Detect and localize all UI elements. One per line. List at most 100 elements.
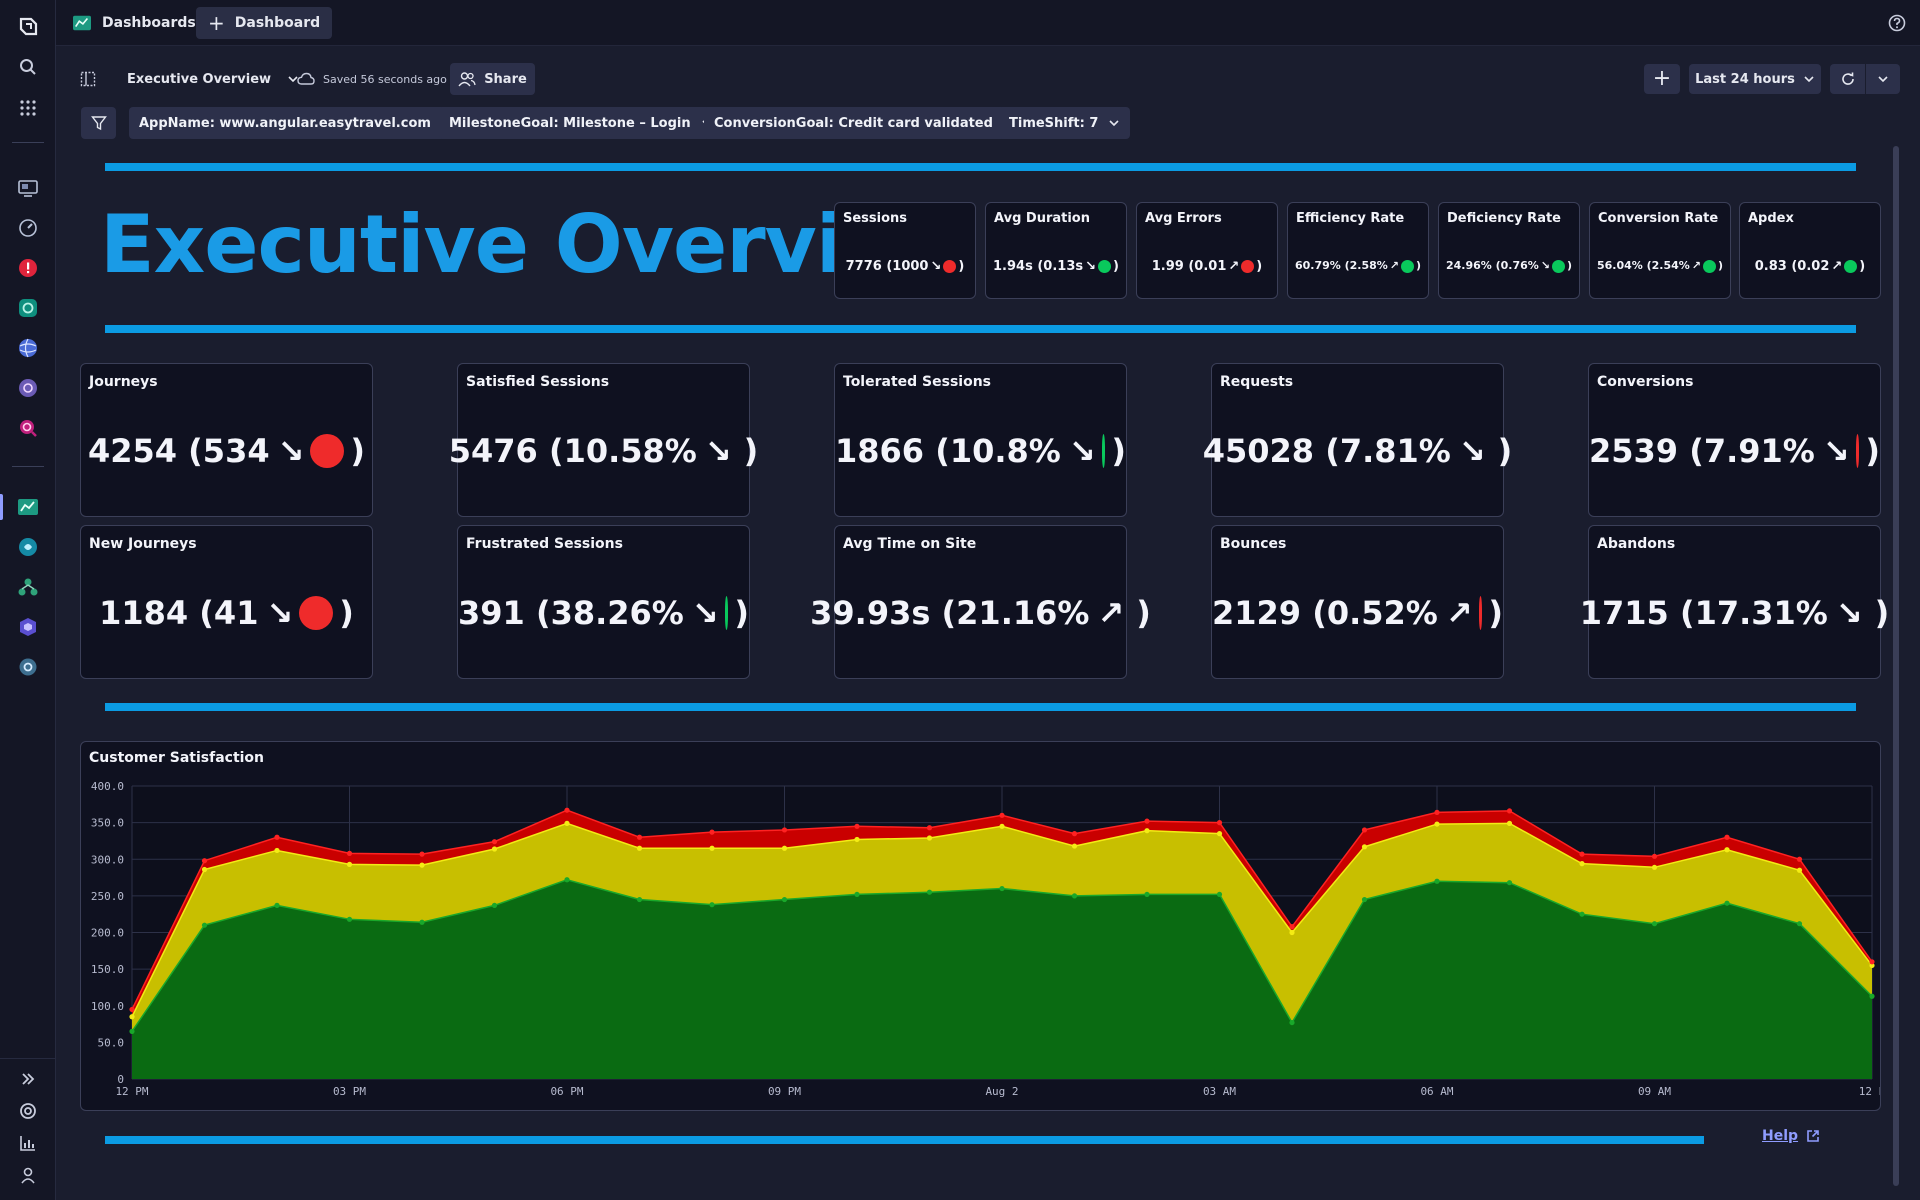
kpi-value-text: 4254 (534 <box>87 432 270 470</box>
data-point <box>564 807 570 813</box>
dashboard-name-dropdown[interactable]: Executive Overview <box>127 63 299 95</box>
infrastructure-app-icon[interactable] <box>16 575 40 599</box>
divider-bar <box>105 163 1856 171</box>
data-point <box>1434 878 1440 884</box>
kpi-tile-large[interactable]: Bounces 2129 (0.52% ↗) <box>1211 525 1504 679</box>
close-paren: ) <box>1136 594 1151 632</box>
kpi-title: Bounces <box>1220 536 1287 552</box>
plus-icon: + <box>1652 66 1672 91</box>
kpi-tile-large[interactable]: Abandons 1715 (17.31% ↘) <box>1580 525 1889 679</box>
chevron-down-icon[interactable] <box>1866 73 1900 85</box>
help-link[interactable]: Help <box>1762 1128 1820 1144</box>
customer-satisfaction-chart: 050.0100.0150.0200.0250.0300.0350.0400.0… <box>91 780 1880 1098</box>
sidebar-toggle-icon[interactable] <box>80 63 100 95</box>
refresh-icon[interactable] <box>1830 71 1865 87</box>
kpi-value: 391 (38.26% ↘) <box>458 594 749 632</box>
customer-satisfaction-tile[interactable]: Customer Satisfaction 0 50.0 100.0 150.0 200… <box>80 741 1881 1111</box>
filter-chip-appname[interactable]: AppName: www.angular.easytravel.com <box>129 107 463 139</box>
kpi-tile-large[interactable]: Journeys 4254 (534 ↘) <box>80 363 373 517</box>
kpi-tile-large[interactable]: Conversions 2539 (7.91% ↘) <box>1588 363 1881 517</box>
trend-arrow-icon: ↗ <box>1831 259 1843 274</box>
data-point <box>1434 809 1440 815</box>
filter-chip-conversion[interactable]: ConversionGoal: Credit card validated <box>704 107 1025 139</box>
hub-app-icon[interactable] <box>16 615 40 639</box>
settings-icon[interactable] <box>16 655 40 679</box>
close-paren: ) <box>1111 432 1126 470</box>
status-red-icon <box>310 434 345 468</box>
investigate-app-icon[interactable] <box>16 416 40 440</box>
data-point <box>709 829 715 835</box>
new-dashboard-tab[interactable]: + Dashboard <box>196 7 333 39</box>
kpi-tile-large[interactable]: New Journeys 1184 (41 ↘) <box>80 525 373 679</box>
status-green-icon <box>1703 259 1717 273</box>
monitor-app-icon[interactable] <box>16 176 40 200</box>
filter-chip-milestone[interactable]: MilestoneGoal: Milestone – Login <box>439 107 723 139</box>
kpi-tile-small[interactable]: Sessions 7776 (1000 ↘) <box>834 202 976 299</box>
data-point <box>346 850 353 856</box>
divider-bar <box>105 703 1856 711</box>
search-icon[interactable] <box>16 55 40 79</box>
trend-arrow-icon: ↗ <box>1389 259 1400 272</box>
data-point <box>1071 831 1078 837</box>
support-icon[interactable] <box>16 1099 40 1123</box>
saved-status-text: Saved 56 seconds ago <box>323 72 447 86</box>
expand-rail-icon[interactable] <box>16 1067 40 1091</box>
kpi-tile-small[interactable]: Avg Duration 1.94s (0.13s ↘) <box>985 202 1127 299</box>
dynatrace-logo-icon[interactable] <box>16 15 40 39</box>
kpi-title: Avg Duration <box>994 211 1090 226</box>
trend-arrow-icon: ↗ <box>1228 259 1240 274</box>
add-tile-button[interactable]: + <box>1644 64 1680 94</box>
dashboards-app-tab[interactable]: Dashboards <box>72 8 196 38</box>
scrollbar[interactable] <box>1893 146 1899 1186</box>
kpi-tile-small[interactable]: Conversion Rate 56.04% (2.54% ↗) <box>1589 202 1731 299</box>
kpi-tile-small[interactable]: Efficiency Rate 60.79% (2.58% ↗) <box>1287 202 1429 299</box>
kpi-title: New Journeys <box>89 536 197 552</box>
kpi-tile-small[interactable]: Deficiency Rate 24.96% (0.76% ↘) <box>1438 202 1580 299</box>
gauge-app-icon[interactable] <box>16 216 40 240</box>
services-app-icon[interactable] <box>16 296 40 320</box>
chevron-down-icon <box>1109 120 1119 127</box>
y-tick-label: 200.0 <box>91 927 124 940</box>
user-icon[interactable] <box>16 1163 40 1187</box>
kpi-title: Efficiency Rate <box>1296 211 1405 226</box>
kpi-value-text: 7776 (1000 <box>845 259 929 274</box>
dashboards-app-icon[interactable] <box>16 495 40 519</box>
data-point <box>1144 891 1150 898</box>
kpi-value-text: 1715 (17.31% <box>1579 594 1828 632</box>
kpi-value: 2539 (7.91% ↘) <box>1589 432 1880 470</box>
kpi-tile-large[interactable]: Tolerated Sessions 1866 (10.8% ↘) <box>834 363 1127 517</box>
dashboards-tab-icon <box>73 15 91 31</box>
x-tick-label: 03 AM <box>1203 1085 1236 1098</box>
help-icon[interactable] <box>1888 14 1906 36</box>
data-point <box>201 922 208 928</box>
status-red-icon <box>943 260 957 273</box>
kpi-tile-large[interactable]: Frustrated Sessions 391 (38.26% ↘) <box>457 525 750 679</box>
status-red-icon <box>1855 434 1860 468</box>
kpi-value-text: 56.04% (2.54% <box>1596 259 1690 272</box>
data-point <box>1071 893 1078 899</box>
data-point <box>274 847 280 854</box>
notebooks-app-icon[interactable] <box>16 535 40 559</box>
filter-button[interactable] <box>81 107 116 139</box>
status-green-icon <box>1552 259 1566 273</box>
kpi-value: 0.83 (0.02 ↗) <box>1740 259 1880 274</box>
close-paren: ) <box>734 594 749 632</box>
refresh-button-group[interactable] <box>1830 64 1900 94</box>
problems-app-icon[interactable] <box>16 256 40 280</box>
globe-app-icon[interactable] <box>16 336 40 360</box>
data-point <box>564 877 570 883</box>
timeframe-selector[interactable]: Last 24 hours <box>1689 64 1821 94</box>
kpi-tile-large[interactable]: Avg Time on Site 39.93s (21.16% ↗) <box>810 525 1151 679</box>
kpi-title: Requests <box>1220 374 1294 390</box>
kpi-tile-small[interactable]: Apdex 0.83 (0.02 ↗) <box>1739 202 1881 299</box>
filter-icon <box>90 116 107 131</box>
filter-chip-timeshift[interactable]: TimeShift: 7 <box>999 107 1131 139</box>
kpi-tile-large[interactable]: Requests 45028 (7.81% ↘) <box>1203 363 1512 517</box>
kpi-tile-large[interactable]: Satisfied Sessions 5476 (10.58% ↘) <box>449 363 758 517</box>
chart-icon[interactable] <box>16 1131 40 1155</box>
data-point <box>129 1014 135 1020</box>
session-app-icon[interactable] <box>16 376 40 400</box>
kpi-tile-small[interactable]: Avg Errors 1.99 (0.01 ↗) <box>1136 202 1278 299</box>
share-button[interactable]: Share <box>450 63 535 95</box>
apps-grid-icon[interactable] <box>16 96 40 120</box>
